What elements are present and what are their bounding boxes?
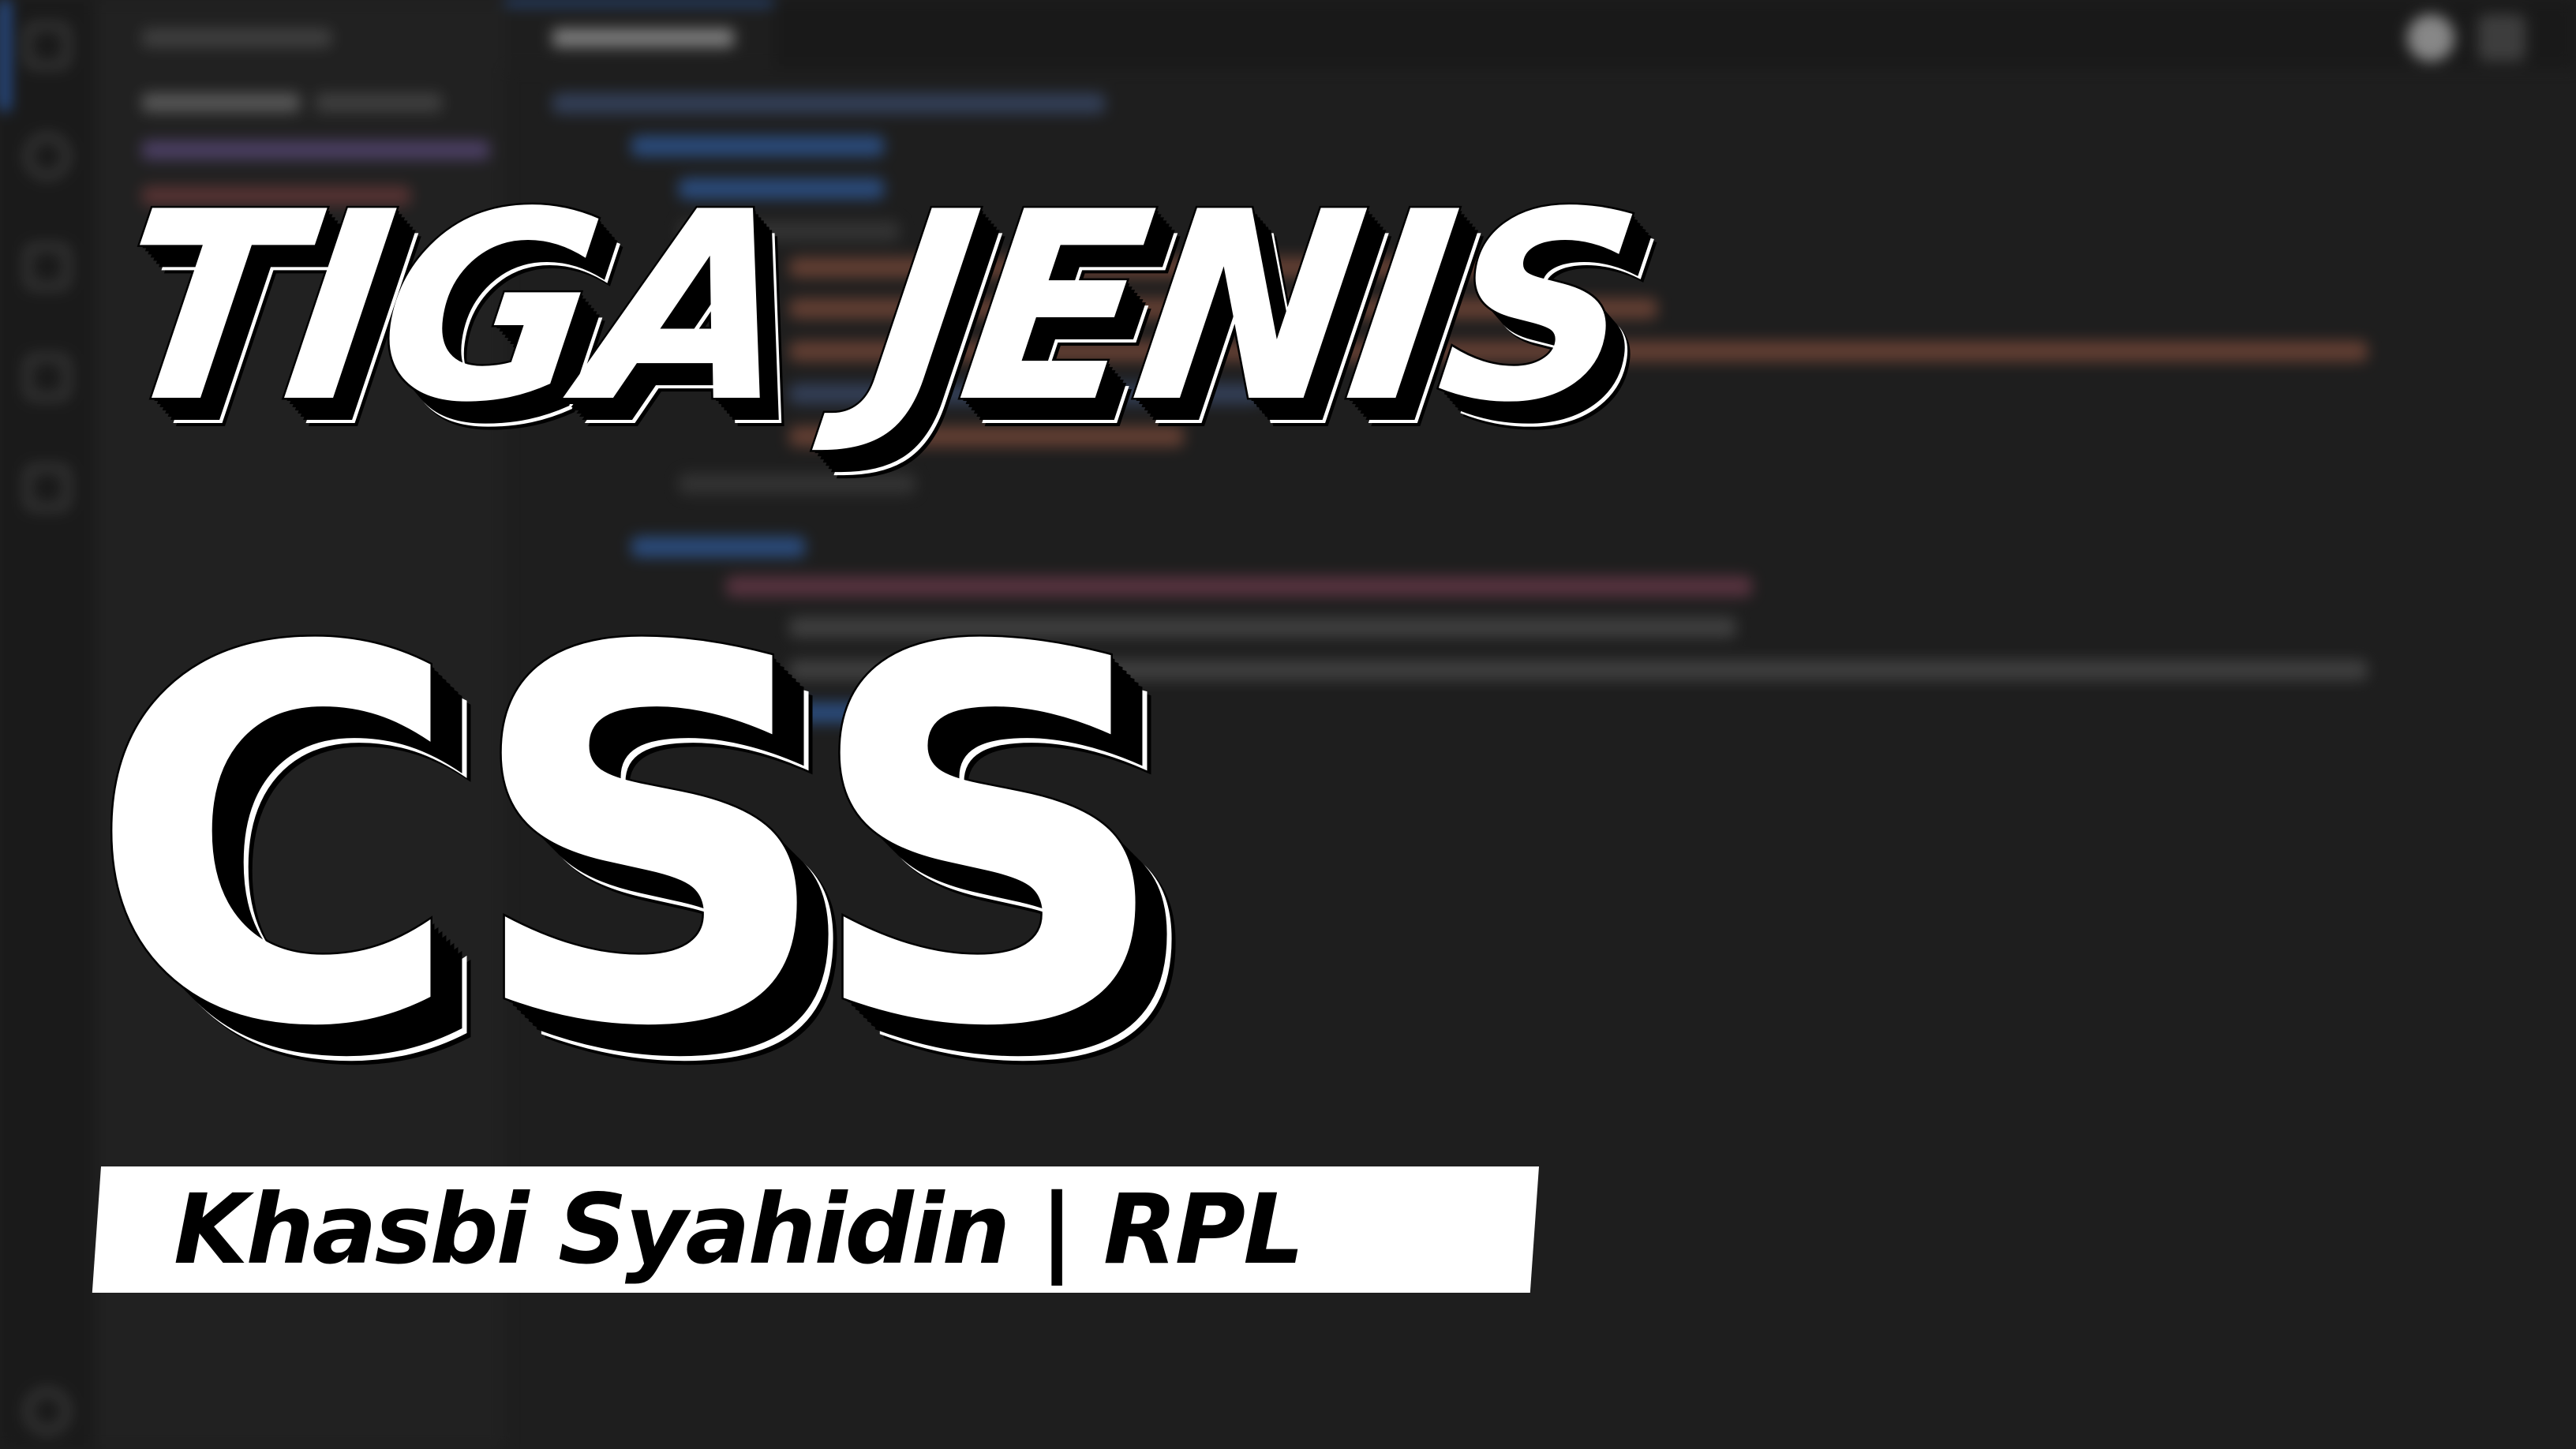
layout-icon (2478, 14, 2525, 62)
activity-bar-active-indicator (0, 0, 9, 110)
editor-tab-bar (505, 0, 2576, 68)
editor-tab-active (505, 0, 773, 68)
extensions-icon (25, 466, 69, 510)
title-line-1: TIGA JENIS (95, 155, 1653, 462)
explorer-icon (25, 24, 69, 68)
author-label: Khasbi Syahidin | RPL (174, 1174, 1305, 1286)
code-line (552, 93, 1105, 114)
code-line (679, 474, 915, 494)
code-line (631, 136, 884, 156)
thumbnail-canvas: TIGA JENIS CSS Khasbi Syahidin | RPL (0, 0, 2576, 1449)
tab-label (552, 28, 734, 47)
search-icon (25, 134, 69, 178)
sidebar-header (142, 28, 331, 47)
account-icon (2407, 14, 2454, 62)
activity-bar (0, 0, 95, 1449)
settings-gear-icon (25, 1389, 69, 1433)
sidebar-actions (316, 93, 442, 112)
title-line-2: CSS (84, 542, 1174, 1139)
run-debug-icon (25, 245, 69, 289)
source-control-icon (25, 355, 69, 399)
sidebar-folder-row (142, 93, 300, 112)
